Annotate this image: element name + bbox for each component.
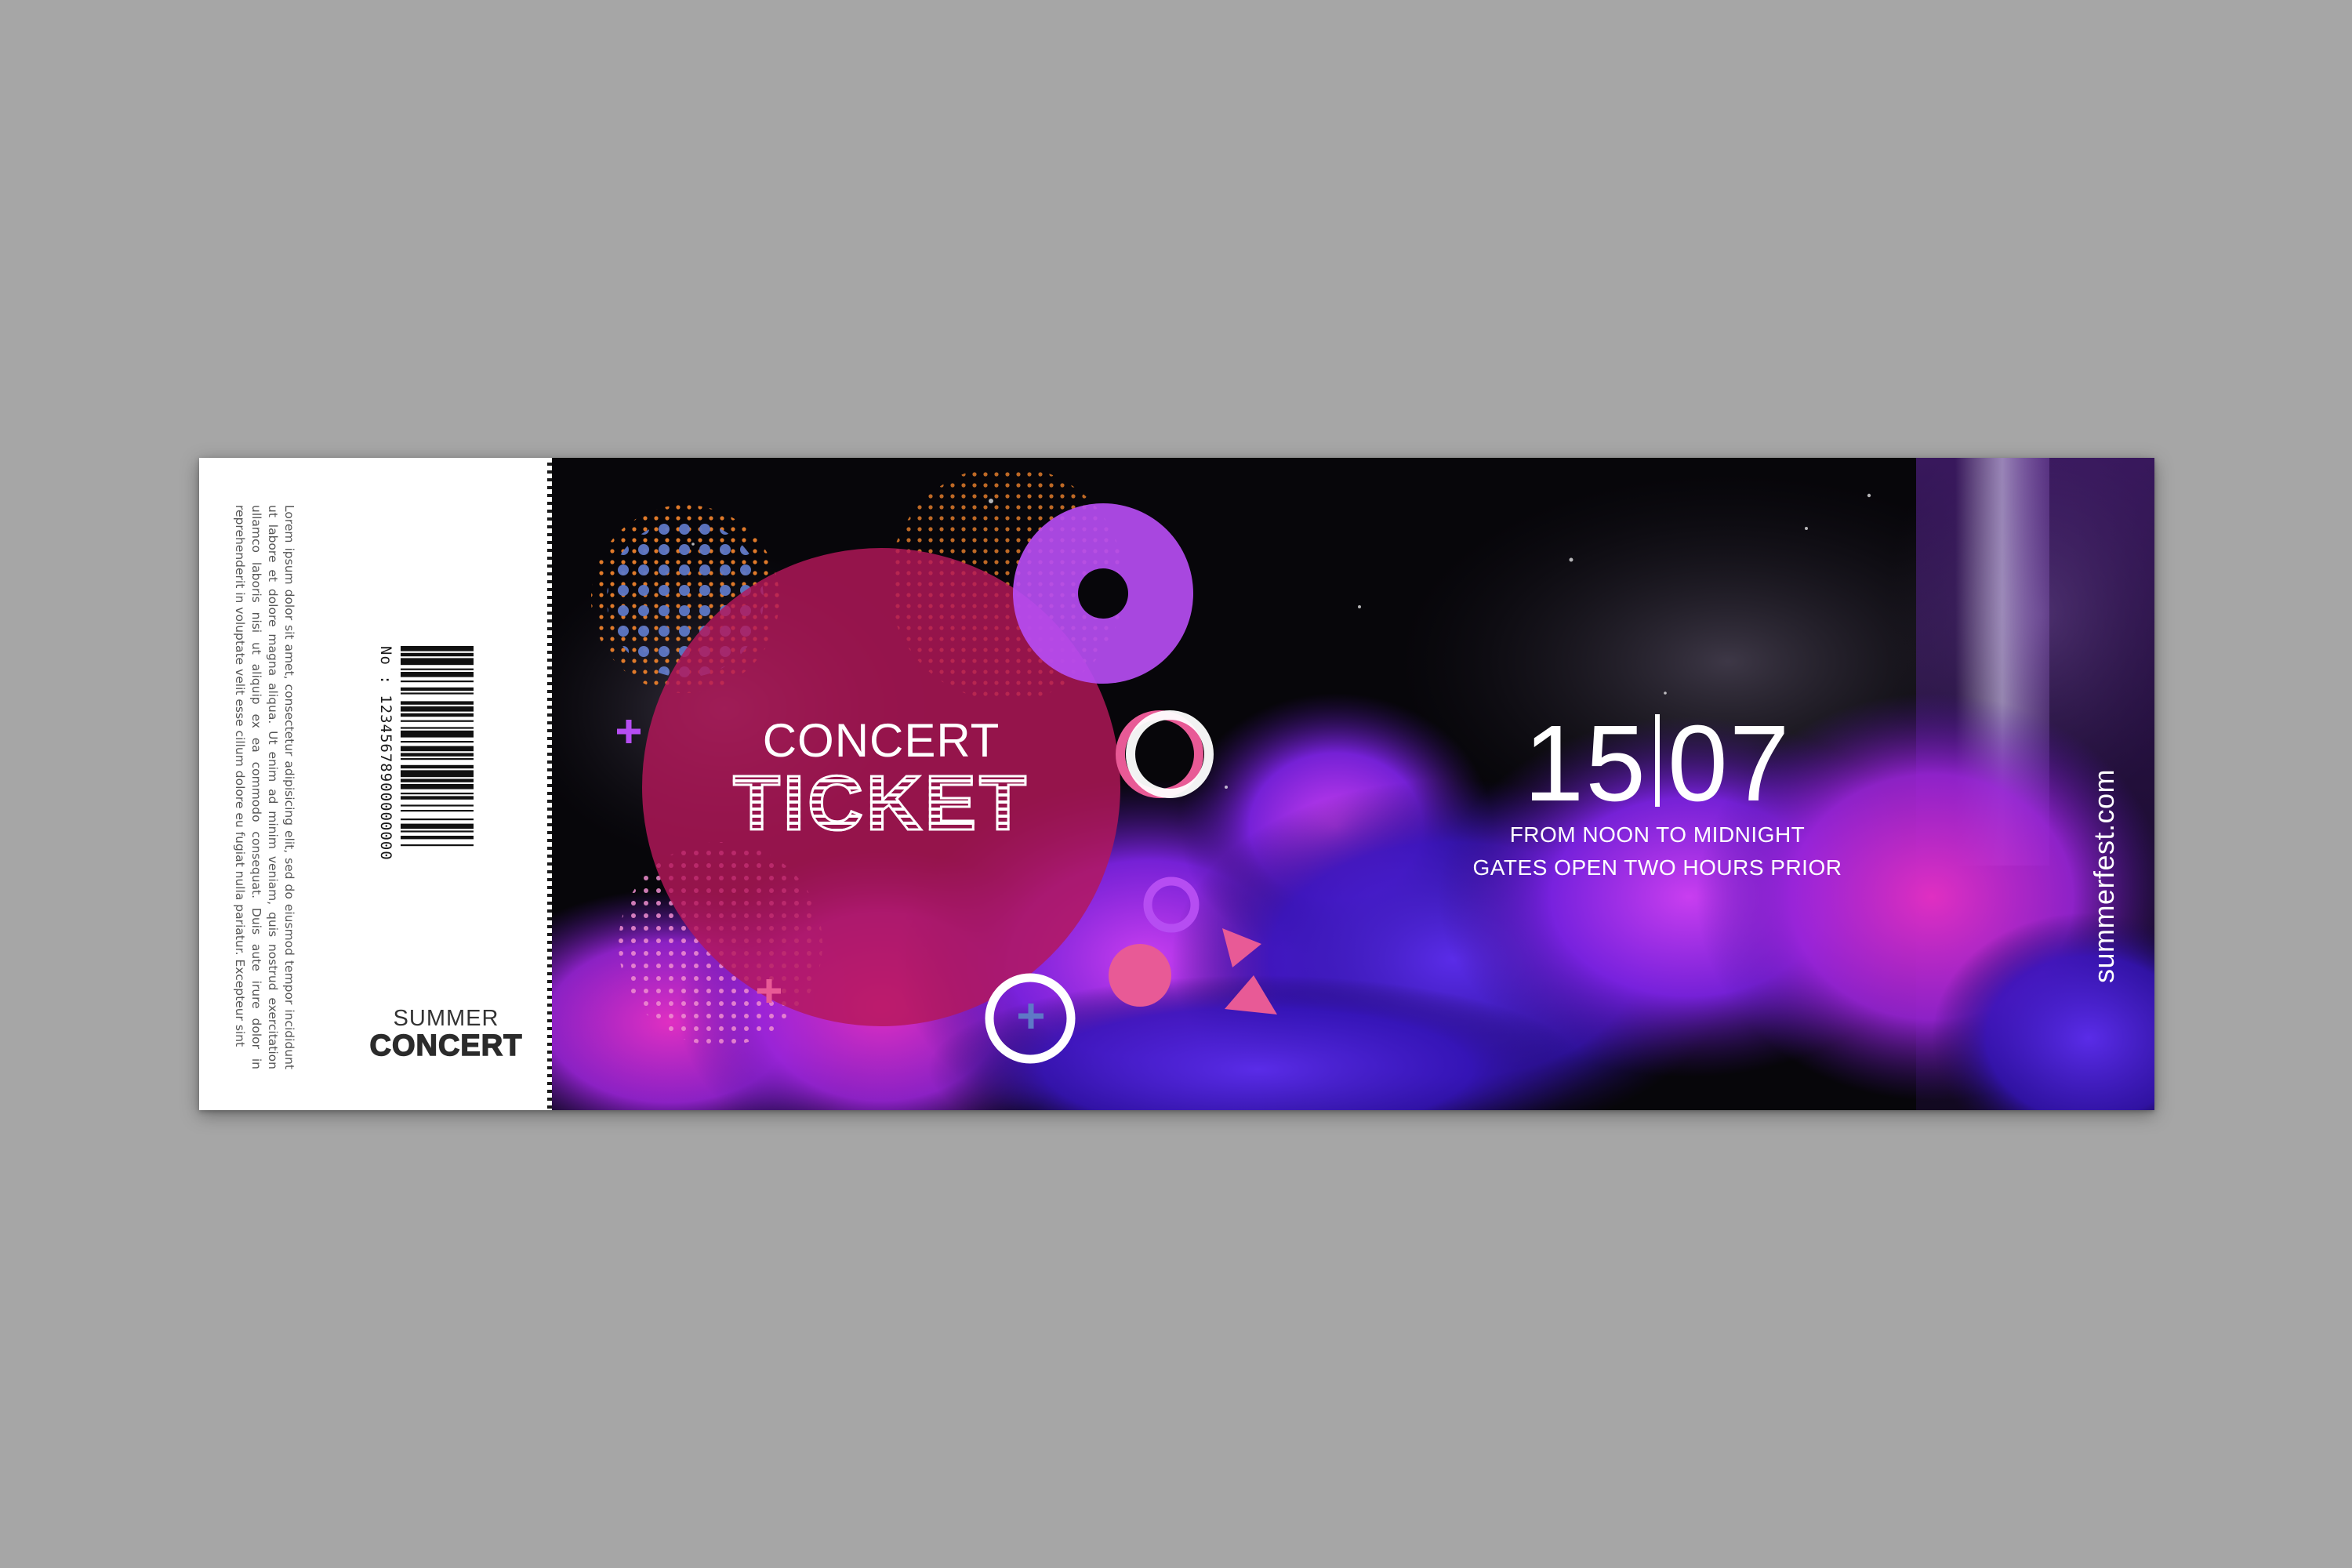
pink-dot	[1109, 944, 1171, 1007]
event-date: 15 07	[1461, 709, 1853, 818]
title-concert: CONCERT	[762, 714, 1000, 767]
ticket-title: CONCERT TICKET	[732, 714, 1030, 846]
ticket-stub: Lorem ipsum dolor sit amet, consectetur …	[199, 458, 552, 1110]
gates-info: GATES OPEN TWO HOURS PRIOR	[1472, 855, 1842, 880]
barcode-graphic	[401, 646, 474, 847]
concert-ticket: Lorem ipsum dolor sit amet, consectetur …	[199, 458, 2154, 1110]
event-date-block: 15 07 FROM NOON TO MIDNIGHT GATES OPEN TW…	[1461, 709, 1853, 884]
brand-bottom-text: CONCERT	[369, 1029, 523, 1062]
barcode-area: No : 12345678900000000	[368, 646, 474, 928]
fine-print-text: Lorem ipsum dolor sit amet, consectetur …	[233, 505, 296, 1069]
ticket-number: No : 12345678900000000	[377, 646, 394, 861]
website-block: summerfest.com	[2081, 654, 2128, 983]
website-url: summerfest.com	[2088, 768, 2120, 983]
summer-concert-logo: SUMMER CONCERT	[356, 1007, 536, 1062]
date-separator	[1655, 714, 1660, 807]
date-month: 07	[1668, 703, 1791, 824]
ticket-main: CONCERT TICKET 15 07 FROM NOON TO MIDNIGH…	[552, 458, 2154, 1110]
date-day: 15	[1523, 703, 1647, 824]
title-ticket: TICKET	[732, 760, 1029, 846]
brand-top-text: SUMMER	[393, 1006, 499, 1031]
event-hours: FROM NOON TO MIDNIGHT	[1509, 822, 1806, 847]
fine-print-block: Lorem ipsum dolor sit amet, consectetur …	[233, 505, 297, 1069]
